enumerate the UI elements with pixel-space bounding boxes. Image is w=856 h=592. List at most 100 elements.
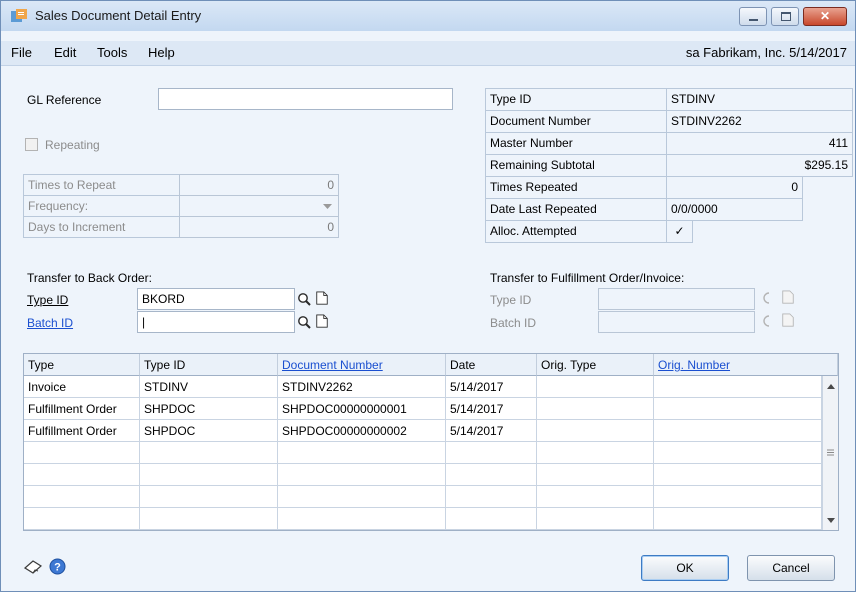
times-to-repeat-field: 0 xyxy=(179,174,339,196)
cell-orig-type[interactable] xyxy=(537,376,654,398)
alloc-attempted-check: ✓ xyxy=(666,220,693,243)
cell-date[interactable]: 5/14/2017 xyxy=(446,420,537,442)
fulfillment-type-id-label: Type ID xyxy=(490,293,532,307)
grid-scrollbar[interactable] xyxy=(822,376,838,530)
cell-document-number[interactable]: SHPDOC00000000001 xyxy=(278,398,446,420)
cell-orig-type[interactable] xyxy=(537,486,654,508)
cell-type-id[interactable]: STDINV xyxy=(140,376,278,398)
cell-orig-number[interactable] xyxy=(654,464,822,486)
lookup-icon xyxy=(763,292,770,304)
cell-orig-type[interactable] xyxy=(537,442,654,464)
cell-type[interactable]: Invoice xyxy=(24,376,140,398)
date-last-repeated-value: 0/0/0000 xyxy=(666,198,803,221)
new-document-icon xyxy=(782,290,794,304)
fulfillment-batch-id-input xyxy=(598,311,755,333)
cell-type[interactable]: Fulfillment Order xyxy=(24,398,140,420)
lookup-icon xyxy=(763,315,770,327)
svg-text:?: ? xyxy=(54,562,61,574)
cell-orig-number[interactable] xyxy=(654,376,822,398)
cell-date[interactable] xyxy=(446,464,537,486)
cell-type[interactable] xyxy=(24,442,140,464)
cell-type[interactable] xyxy=(24,486,140,508)
back-order-batch-id-link[interactable]: Batch ID xyxy=(27,316,73,330)
menu-bar: File Edit Tools Help sa Fabrikam, Inc. 5… xyxy=(1,41,855,66)
cell-orig-type[interactable] xyxy=(537,398,654,420)
menu-file[interactable]: File xyxy=(11,45,32,60)
cell-orig-type[interactable] xyxy=(537,464,654,486)
remaining-subtotal-label: Remaining Subtotal xyxy=(485,154,667,177)
title-bar: Sales Document Detail Entry ✕ xyxy=(1,1,855,31)
type-id-value: STDINV xyxy=(666,88,853,111)
days-to-increment-label: Days to Increment xyxy=(23,216,180,238)
cell-type-id[interactable] xyxy=(140,486,278,508)
master-number-label: Master Number xyxy=(485,132,667,155)
gl-reference-input[interactable] xyxy=(158,88,453,110)
new-document-icon[interactable] xyxy=(315,314,329,328)
cell-orig-number[interactable] xyxy=(654,486,822,508)
ok-button[interactable]: OK xyxy=(641,555,729,581)
cell-document-number[interactable] xyxy=(278,464,446,486)
cell-date[interactable]: 5/14/2017 xyxy=(446,376,537,398)
menu-edit[interactable]: Edit xyxy=(54,45,76,60)
back-order-type-id-input[interactable]: BKORD xyxy=(137,288,295,310)
note-icon[interactable] xyxy=(23,559,43,575)
repeating-label: Repeating xyxy=(45,138,100,152)
cell-type[interactable] xyxy=(24,508,140,530)
cell-document-number[interactable]: STDINV2262 xyxy=(278,376,446,398)
gl-reference-label: GL Reference xyxy=(27,93,102,107)
cell-type-id[interactable] xyxy=(140,508,278,530)
back-order-type-id-label[interactable]: Type ID xyxy=(27,293,68,307)
times-repeated-value: 0 xyxy=(666,176,803,199)
cell-date[interactable] xyxy=(446,486,537,508)
cell-orig-number[interactable] xyxy=(654,420,822,442)
sales-document-detail-window: Sales Document Detail Entry ✕ File Edit … xyxy=(0,0,856,592)
cell-type-id[interactable]: SHPDOC xyxy=(140,420,278,442)
cell-document-number[interactable] xyxy=(278,486,446,508)
menu-tools[interactable]: Tools xyxy=(97,45,127,60)
column-header-orig-number[interactable]: Orig. Number xyxy=(654,354,838,376)
new-document-icon xyxy=(782,313,794,327)
cell-type-id[interactable] xyxy=(140,442,278,464)
cell-document-number[interactable]: SHPDOC00000000002 xyxy=(278,420,446,442)
lookup-icon[interactable] xyxy=(297,315,311,329)
minimize-button[interactable] xyxy=(739,7,767,26)
cell-document-number[interactable] xyxy=(278,508,446,530)
column-header-date: Date xyxy=(446,354,537,376)
close-button[interactable]: ✕ xyxy=(803,7,847,26)
scroll-down-icon[interactable] xyxy=(827,518,835,523)
cell-date[interactable]: 5/14/2017 xyxy=(446,398,537,420)
lookup-icon[interactable] xyxy=(297,292,311,306)
cell-type[interactable] xyxy=(24,464,140,486)
cell-type-id[interactable]: SHPDOC xyxy=(140,398,278,420)
cell-type-id[interactable] xyxy=(140,464,278,486)
alloc-attempted-label: Alloc. Attempted xyxy=(485,220,667,243)
repeating-checkbox[interactable] xyxy=(25,138,38,151)
cell-orig-number[interactable] xyxy=(654,398,822,420)
frequency-label: Frequency: xyxy=(23,195,180,217)
type-id-label: Type ID xyxy=(485,88,667,111)
date-last-repeated-label: Date Last Repeated xyxy=(485,198,667,221)
cell-orig-type[interactable] xyxy=(537,508,654,530)
fulfillment-heading: Transfer to Fulfillment Order/Invoice: xyxy=(490,271,685,285)
cell-orig-type[interactable] xyxy=(537,420,654,442)
window-title: Sales Document Detail Entry xyxy=(35,8,202,23)
cell-type[interactable]: Fulfillment Order xyxy=(24,420,140,442)
cell-orig-number[interactable] xyxy=(654,442,822,464)
cell-document-number[interactable] xyxy=(278,442,446,464)
cell-orig-number[interactable] xyxy=(654,508,822,530)
column-header-document-number[interactable]: Document Number xyxy=(278,354,446,376)
back-order-batch-id-input[interactable]: | xyxy=(137,311,295,333)
frequency-dropdown xyxy=(179,195,339,217)
column-header-type: Type xyxy=(24,354,140,376)
cell-date[interactable] xyxy=(446,508,537,530)
master-number-value: 411 xyxy=(666,132,853,155)
maximize-button[interactable] xyxy=(771,7,799,26)
fulfillment-type-id-input xyxy=(598,288,755,310)
cell-date[interactable] xyxy=(446,442,537,464)
menu-help[interactable]: Help xyxy=(148,45,175,60)
new-document-icon[interactable] xyxy=(315,291,329,305)
cancel-button[interactable]: Cancel xyxy=(747,555,835,581)
chevron-down-icon xyxy=(323,204,332,209)
scroll-up-icon[interactable] xyxy=(827,384,835,389)
help-icon[interactable]: ? xyxy=(49,558,66,575)
